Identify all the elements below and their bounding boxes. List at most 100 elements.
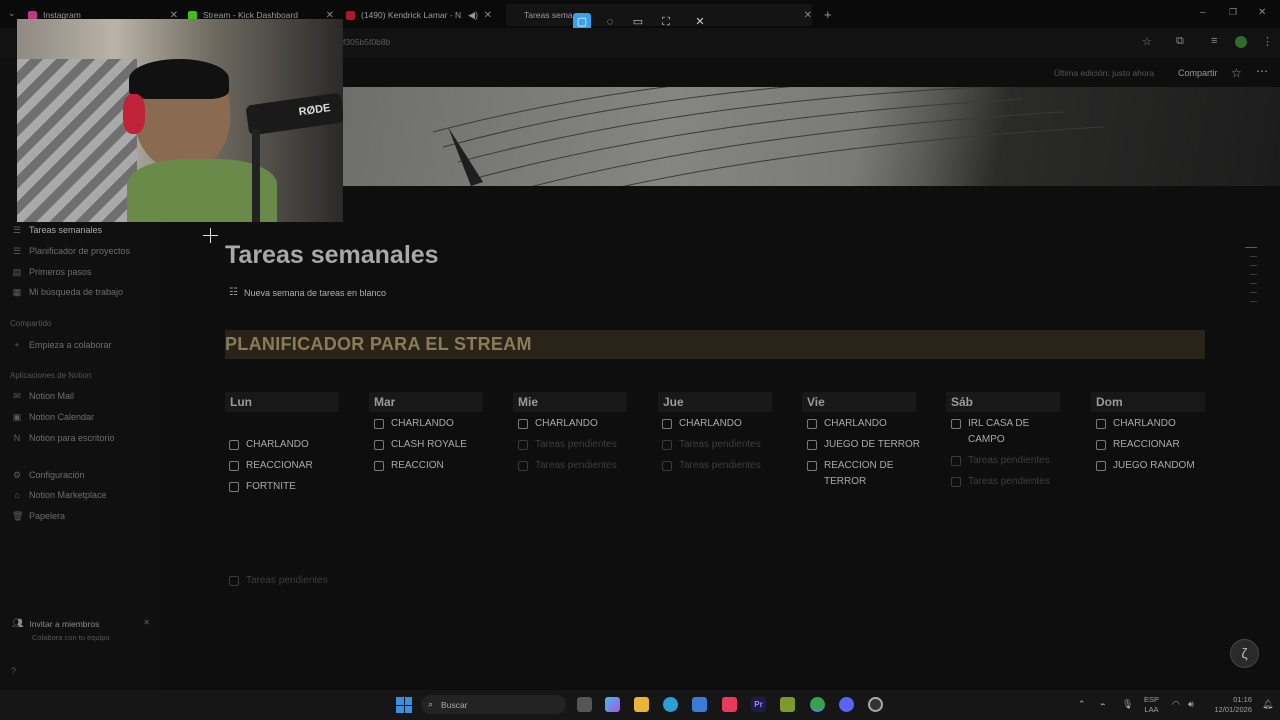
start-button[interactable] xyxy=(396,697,412,713)
page-title[interactable]: Tareas semanales xyxy=(225,241,439,270)
close-tab-icon[interactable]: ✕ xyxy=(804,10,812,21)
extensions-icon[interactable]: ⧉ xyxy=(1176,35,1184,48)
premiere-icon[interactable]: Pr xyxy=(751,697,766,712)
checkbox[interactable] xyxy=(229,440,239,450)
app-icon[interactable] xyxy=(780,697,795,712)
volume-icon[interactable]: 🔊︎ xyxy=(1188,699,1194,710)
notion-ai-button[interactable]: ζ xyxy=(1230,639,1259,668)
checkbox[interactable] xyxy=(662,419,672,429)
file-explorer-icon[interactable] xyxy=(634,697,649,712)
sidebar-item-notion-calendar[interactable]: ▣ Notion Calendar xyxy=(12,412,94,422)
sidebar-item-primeros-pasos[interactable]: ▤ Primeros pasos xyxy=(12,267,92,277)
menu-icon[interactable]: ⋮ xyxy=(1262,35,1273,48)
checkbox[interactable] xyxy=(374,440,384,450)
new-week-template-button[interactable]: ☷ Nueva semana de tareas en blanco xyxy=(229,287,386,298)
clock[interactable]: 01:16 12/01/2026 xyxy=(1208,695,1252,715)
sidebar-item-marketplace[interactable]: ⌂ Notion Marketplace xyxy=(12,490,106,500)
checkbox[interactable] xyxy=(662,440,672,450)
todo-placeholder[interactable]: Tareas pendientes xyxy=(662,437,782,453)
sidebar-item-notion-desktop[interactable]: N Notion para escritorio xyxy=(12,433,115,443)
todo-item[interactable]: CHARLANDO xyxy=(662,416,782,432)
todo-item[interactable]: CHARLANDO xyxy=(229,437,349,453)
todo-placeholder[interactable]: Tareas pendientes xyxy=(518,458,638,474)
favorite-star-icon[interactable]: ☆ xyxy=(1231,66,1242,80)
url-field[interactable]: f305b5f0b8b xyxy=(343,37,390,47)
close-window-button[interactable]: ✕ xyxy=(1258,7,1266,18)
store-icon[interactable] xyxy=(692,697,707,712)
todo-item[interactable]: FORTNITE xyxy=(229,479,349,495)
obs-icon[interactable] xyxy=(868,697,883,712)
sidebar-item-configuracion[interactable]: ⚙ Configuración xyxy=(12,470,85,480)
todo-item[interactable]: REACCIONAR xyxy=(229,458,349,474)
edge-icon[interactable] xyxy=(663,697,678,712)
tab-youtube[interactable]: (1490) Kendrick Lamar - N ◀︎) ✕ xyxy=(346,4,492,26)
audio-playing-icon[interactable]: ◀︎) xyxy=(468,10,478,21)
todo-item[interactable]: IRL CASA DE CAMPO xyxy=(951,416,1051,448)
profile-avatar[interactable] xyxy=(1235,36,1247,48)
checkbox[interactable] xyxy=(374,461,384,471)
todo-item[interactable]: CHARLANDO xyxy=(1096,416,1216,432)
microphone-icon[interactable]: 🎙︎ xyxy=(1122,699,1133,710)
show-hidden-icons[interactable]: ⌃ xyxy=(1078,699,1086,710)
checkbox[interactable] xyxy=(229,482,239,492)
more-options-icon[interactable]: ⋯ xyxy=(1256,64,1268,78)
help-icon[interactable]: ? xyxy=(11,666,16,676)
todo-placeholder[interactable]: Tareas pendientes xyxy=(951,474,1071,490)
copilot-icon[interactable] xyxy=(605,697,620,712)
minimize-button[interactable]: – xyxy=(1200,7,1206,18)
todo-item[interactable]: REACCION xyxy=(374,458,494,474)
checkbox[interactable] xyxy=(807,440,817,450)
checkbox[interactable] xyxy=(518,461,528,471)
media-icon[interactable]: ≡ xyxy=(1211,35,1217,47)
sidebar-item-papelera[interactable]: 🗑︎ Papelera xyxy=(12,511,65,521)
checkbox[interactable] xyxy=(518,440,528,450)
todo-item[interactable]: REACCION DE TERROR xyxy=(807,458,897,490)
checkbox[interactable] xyxy=(1096,419,1106,429)
maximize-button[interactable]: ❐ xyxy=(1229,7,1237,18)
notifications-icon[interactable]: 🔔︎ xyxy=(1262,699,1273,710)
sidebar-item-planificador[interactable]: ☰ Planificador de proyectos xyxy=(12,246,130,256)
todo-placeholder[interactable]: Tareas pendientes xyxy=(951,453,1071,469)
todo-item[interactable]: CHARLANDO xyxy=(374,416,494,432)
close-icon[interactable]: ✕ xyxy=(143,618,150,627)
new-tab-button[interactable]: + xyxy=(824,7,832,22)
checkbox[interactable] xyxy=(951,456,961,466)
sidebar-item-colaborar[interactable]: + Empieza a colaborar xyxy=(12,340,111,350)
taskbar-search-box[interactable]: ⌕ Buscar xyxy=(421,695,566,714)
todo-item[interactable]: CLASH ROYALE xyxy=(374,437,494,453)
chrome-icon[interactable] xyxy=(810,697,825,712)
outline-toc-icon[interactable] xyxy=(1245,247,1257,302)
share-button[interactable]: Compartir xyxy=(1178,68,1218,78)
close-tab-icon[interactable]: ✕ xyxy=(484,10,492,21)
invite-members-card[interactable]: 👥︎ Invitar a miembros Colabora con tu eq… xyxy=(12,618,150,642)
checkbox[interactable] xyxy=(229,461,239,471)
sidebar-item-tareas-semanales[interactable]: ☰ Tareas semanales xyxy=(12,225,102,235)
checkbox[interactable] xyxy=(1096,461,1106,471)
checkbox[interactable] xyxy=(662,461,672,471)
todo-item[interactable]: CHARLANDO xyxy=(807,416,927,432)
sidebar-item-busqueda[interactable]: ▦ Mi búsqueda de trabajo xyxy=(12,287,123,297)
task-view-icon[interactable] xyxy=(577,697,592,712)
sidebar-item-notion-mail[interactable]: ✉ Notion Mail xyxy=(12,391,74,401)
todo-placeholder[interactable]: Tareas pendientes xyxy=(229,573,349,589)
music-icon[interactable] xyxy=(722,697,737,712)
todo-item[interactable]: REACCIONAR xyxy=(1096,437,1216,453)
checkbox[interactable] xyxy=(518,419,528,429)
checkbox[interactable] xyxy=(951,419,961,429)
todo-item[interactable]: JUEGO DE TERROR xyxy=(807,437,927,453)
checkbox[interactable] xyxy=(374,419,384,429)
star-icon[interactable]: ☆ xyxy=(1142,35,1152,48)
wifi-icon[interactable]: ◠ xyxy=(1172,699,1180,710)
checkbox[interactable] xyxy=(807,461,817,471)
language-indicator[interactable]: ESP LAA xyxy=(1144,695,1159,715)
checkbox[interactable] xyxy=(229,576,239,586)
todo-item[interactable]: JUEGO RANDOM xyxy=(1096,458,1216,474)
todo-item[interactable]: CHARLANDO xyxy=(518,416,638,432)
checkbox[interactable] xyxy=(951,477,961,487)
tab-list-button[interactable]: ⌄ xyxy=(8,8,16,19)
network-icon[interactable]: ⌁ xyxy=(1100,699,1105,710)
todo-placeholder[interactable]: Tareas pendientes xyxy=(662,458,782,474)
checkbox[interactable] xyxy=(807,419,817,429)
checkbox[interactable] xyxy=(1096,440,1106,450)
discord-icon[interactable] xyxy=(839,697,854,712)
